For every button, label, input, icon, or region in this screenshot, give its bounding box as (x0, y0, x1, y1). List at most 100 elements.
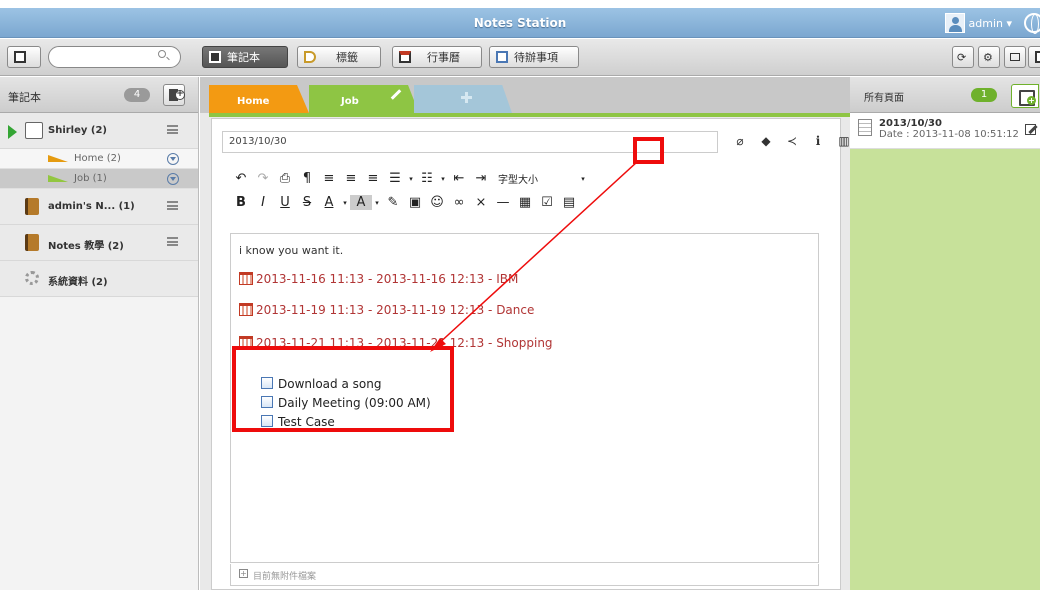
add-section-tab[interactable] (414, 85, 512, 113)
text-color-icon[interactable]: A (318, 195, 340, 210)
user-avatar-icon (944, 13, 965, 33)
emoji-icon[interactable]: ☺ (426, 195, 448, 210)
todo-checklist-icon[interactable]: ☑ (536, 195, 558, 210)
section-dropdown-icon[interactable] (167, 153, 179, 165)
orange-flag-icon (48, 155, 68, 162)
tab-job[interactable]: Job (309, 85, 419, 113)
edit-icon[interactable] (1025, 124, 1036, 135)
user-name[interactable]: admin ▾ (969, 17, 1012, 30)
attachment-status: 目前無附件檔案 (253, 572, 317, 582)
indent-icon[interactable]: ⇥ (470, 171, 492, 186)
hamburger-menu-icon[interactable] (167, 237, 178, 246)
calendar-button[interactable]: 行事曆 (392, 46, 482, 68)
font-size-select[interactable]: 字型大小 (498, 171, 578, 186)
image-icon[interactable]: ▣ (404, 195, 426, 210)
undo-icon[interactable]: ↶ (230, 171, 252, 186)
horizontal-rule-icon[interactable]: — (492, 195, 514, 210)
expand-attachments-icon[interactable]: + (239, 569, 248, 578)
tab-home-label: Home (237, 96, 270, 107)
unlink-icon[interactable]: ⨯ (470, 195, 492, 210)
todo-button[interactable]: 待辦事項 (489, 46, 579, 68)
page-list-item[interactable]: 2013/10/30 Date : 2013-11-08 10:51:12 (850, 113, 1040, 149)
print-icon[interactable]: ⎙ (274, 171, 296, 186)
add-page-icon[interactable] (1011, 84, 1039, 108)
chevron-down-icon[interactable]: ▾ (438, 175, 448, 183)
redo-icon[interactable]: ↷ (252, 171, 274, 186)
note-meta-icons: ⌀ ◆ ≺ i ▥ (732, 134, 852, 148)
italic-icon[interactable]: I (252, 195, 274, 210)
strikethrough-icon[interactable]: S (296, 195, 318, 210)
highlight-color-icon[interactable]: A (350, 195, 372, 210)
outdent-icon[interactable]: ⇤ (448, 171, 470, 186)
page-icon (858, 119, 872, 136)
settings-button[interactable]: ⚙ (978, 46, 1000, 68)
layout-icon (14, 51, 26, 63)
event-line-2[interactable]: 2013-11-19 11:13 - 2013-11-19 12:13 - Da… (239, 303, 534, 317)
tags-label: 標籤 (336, 51, 358, 64)
search-box[interactable] (48, 46, 181, 68)
sidebar-title: 筆記本 (8, 91, 41, 104)
app-title-bar: Notes Station admin ▾ (0, 8, 1040, 38)
checkbox-icon (496, 51, 508, 63)
section-dropdown-icon[interactable] (167, 173, 179, 185)
share-icon[interactable]: ≺ (784, 134, 800, 148)
pages-panel: 所有頁面 1 2013/10/30 Date : 2013-11-08 10:5… (850, 77, 1040, 590)
section-tabs: Home Job (200, 77, 850, 113)
expand-arrow-icon[interactable] (8, 125, 17, 139)
clear-format-icon[interactable]: ✎ (382, 195, 404, 210)
align-left-icon[interactable]: ≡ (318, 171, 340, 186)
toggle-sidebar-button[interactable] (7, 46, 41, 68)
notebook-name: Shirley (2) (48, 125, 107, 136)
chevron-down-icon[interactable]: ▾ (340, 199, 350, 207)
page-count-badge: 1 (971, 88, 997, 102)
bold-icon[interactable]: B (230, 195, 252, 210)
chevron-down-icon[interactable]: ▾ (372, 199, 382, 207)
tab-home[interactable]: Home (209, 85, 309, 113)
search-input[interactable] (59, 48, 159, 66)
view-button[interactable] (1004, 46, 1026, 68)
align-center-icon[interactable]: ≡ (340, 171, 362, 186)
notebook-item-tutorial[interactable]: Notes 教學 (2) (0, 225, 198, 261)
chevron-down-icon[interactable]: ▾ (578, 175, 588, 183)
tags-button[interactable]: 標籤 (297, 46, 381, 68)
app-title: Notes Station (473, 16, 567, 30)
layout-button[interactable] (1028, 46, 1040, 68)
book-icon (25, 198, 39, 215)
chevron-down-icon[interactable]: ▾ (406, 175, 416, 183)
paragraph-icon[interactable]: ¶ (296, 171, 318, 186)
section-name: Job (1) (74, 173, 107, 184)
page-date: Date : 2013-11-08 10:51:12 (879, 129, 1019, 140)
note-text: i know you want it. (239, 244, 344, 257)
globe-icon[interactable] (1024, 13, 1040, 34)
highlight-box-todo-button (633, 137, 664, 164)
add-notebook-icon[interactable] (163, 84, 185, 106)
pencil-icon[interactable] (390, 89, 402, 100)
section-item-job[interactable]: Job (1) (0, 169, 198, 189)
event-line-1[interactable]: 2013-11-16 11:13 - 2013-11-16 12:13 - IB… (239, 272, 518, 286)
user-menu[interactable]: admin ▾ (944, 11, 1040, 35)
link-icon[interactable]: ∞ (448, 195, 470, 210)
table-icon[interactable]: ▦ (514, 195, 536, 210)
system-data-item[interactable]: 系統資料 (2) (0, 261, 198, 297)
info-icon[interactable]: i (810, 134, 826, 148)
notebook-name: Notes 教學 (2) (48, 241, 124, 252)
hamburger-menu-icon[interactable] (167, 201, 178, 210)
section-item-home[interactable]: Home (2) (0, 149, 198, 169)
notebook-item-admin[interactable]: admin's N... (1) (0, 189, 198, 225)
list-view-icon (1010, 53, 1020, 61)
refresh-button[interactable]: ⟳ (952, 46, 974, 68)
calendar-event-icon[interactable]: ▤ (558, 195, 580, 210)
system-data-name: 系統資料 (2) (48, 277, 108, 288)
search-icon[interactable] (158, 50, 166, 58)
notebooks-button[interactable]: 筆記本 (202, 46, 288, 68)
attachment-icon[interactable]: ⌀ (732, 134, 748, 148)
sidebar-header: 筆記本 4 (0, 77, 198, 113)
bullet-list-icon[interactable]: ☰ (384, 171, 406, 186)
notebook-item-shirley[interactable]: Shirley (2) (0, 113, 198, 149)
align-right-icon[interactable]: ≡ (362, 171, 384, 186)
hamburger-menu-icon[interactable] (167, 125, 178, 134)
calendar-label: 行事曆 (427, 51, 460, 64)
numbered-list-icon[interactable]: ☷ (416, 171, 438, 186)
tag-icon[interactable]: ◆ (758, 134, 774, 148)
underline-icon[interactable]: U (274, 195, 296, 210)
